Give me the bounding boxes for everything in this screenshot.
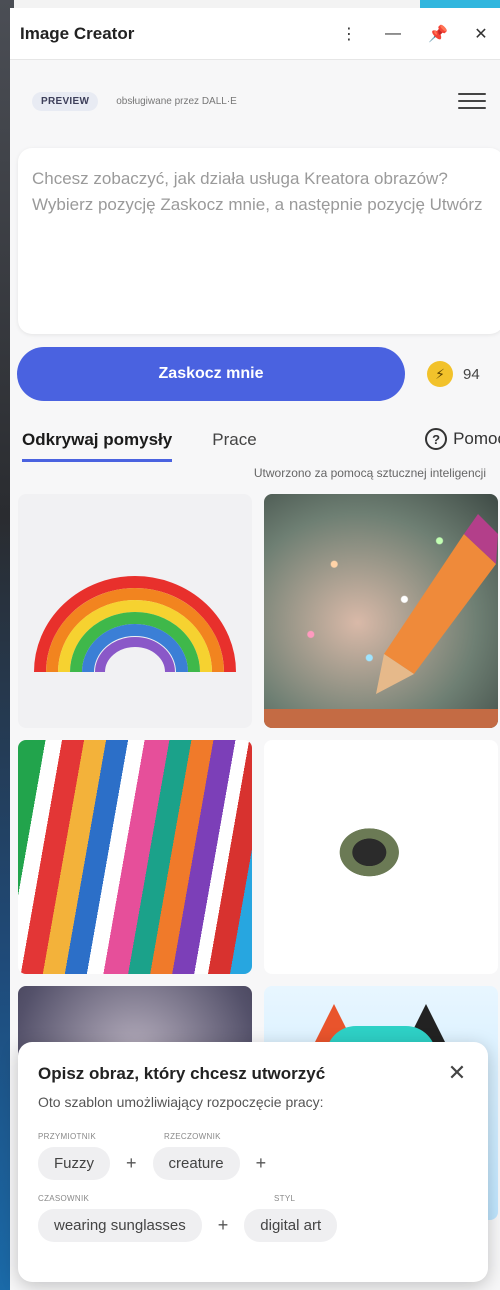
noun-chip[interactable]: creature <box>152 1147 240 1180</box>
prompt-box <box>18 148 500 334</box>
close-icon[interactable]: ✕ <box>472 24 490 44</box>
hamburger-line <box>458 107 486 109</box>
app-header: PREVIEW obsługiwane przez DALL·E <box>10 60 500 142</box>
chip-labels-row-2: CZASOWNIK STYL <box>38 1194 468 1203</box>
plus-icon: + <box>255 1153 267 1173</box>
popup-subtitle: Oto szablon umożliwiający rozpoczęcie pr… <box>38 1094 324 1110</box>
powered-by-text: obsługiwane przez DALL·E <box>116 95 237 107</box>
verb-label: CZASOWNIK <box>38 1194 90 1203</box>
chip-labels-row-1: PRZYMIOTNIK RZECZOWNIK <box>38 1132 468 1141</box>
tab-works[interactable]: Prace <box>212 424 256 456</box>
image-thumbnail-ribbons[interactable] <box>18 740 252 974</box>
close-icon[interactable]: ✕ <box>446 1062 468 1084</box>
boost-count: 94 <box>463 365 480 383</box>
window-title: Image Creator <box>20 23 135 43</box>
style-label: STYL <box>274 1194 296 1203</box>
image-thumbnail-glitter-pencil[interactable] <box>264 494 498 728</box>
rainbow-illustration <box>34 576 236 673</box>
help-label: Pomoc <box>453 429 500 448</box>
action-row: Zaskocz mnie ⚡ 94 <box>10 346 500 402</box>
popup-title: Opisz obraz, który chcesz utworzyć <box>38 1064 326 1083</box>
tab-bar: Odkrywaj pomysły Prace ? Pomoc <box>10 424 500 470</box>
minimize-icon[interactable]: — <box>384 25 402 43</box>
prompt-template-popup: Opisz obraz, który chcesz utworzyć ✕ Oto… <box>18 1042 488 1282</box>
help-link[interactable]: ? Pomoc <box>425 428 500 450</box>
title-bar: Image Creator ⋮ — 📌 ✕ <box>10 8 500 60</box>
noun-label: RZECZOWNIK <box>164 1132 221 1141</box>
more-options-icon[interactable]: ⋮ <box>340 24 358 44</box>
hamburger-line <box>458 100 486 102</box>
chip-row-2: wearing sunglasses + digital art <box>38 1209 468 1242</box>
style-chip[interactable]: digital art <box>244 1209 338 1242</box>
surprise-me-button[interactable]: Zaskocz mnie <box>17 347 405 401</box>
hamburger-line <box>458 93 486 95</box>
tab-explore-ideas[interactable]: Odkrywaj pomysły <box>22 424 173 462</box>
hamburger-menu-icon[interactable] <box>458 93 486 109</box>
prompt-input[interactable] <box>32 166 490 316</box>
plus-icon: + <box>217 1215 229 1235</box>
boost-icon: ⚡ <box>427 361 453 387</box>
pencil-illustration <box>264 514 498 728</box>
pin-icon[interactable]: 📌 <box>428 24 448 44</box>
image-thumbnail-rainbow[interactable] <box>18 494 252 728</box>
plus-icon: + <box>126 1153 137 1173</box>
preview-badge: PREVIEW <box>32 91 99 111</box>
adjective-chip[interactable]: Fuzzy <box>38 1147 111 1180</box>
adjective-label: PRZYMIOTNIK <box>38 1132 96 1141</box>
window-controls: ⋮ — 📌 ✕ <box>340 24 490 44</box>
help-icon: ? <box>425 428 448 450</box>
verb-chip[interactable]: wearing sunglasses <box>38 1209 202 1242</box>
chip-row-1: Fuzzy + creature + <box>38 1147 468 1180</box>
image-thumbnail-eye-makeup[interactable] <box>264 740 498 974</box>
boost-counter[interactable]: ⚡ 94 <box>427 361 480 387</box>
